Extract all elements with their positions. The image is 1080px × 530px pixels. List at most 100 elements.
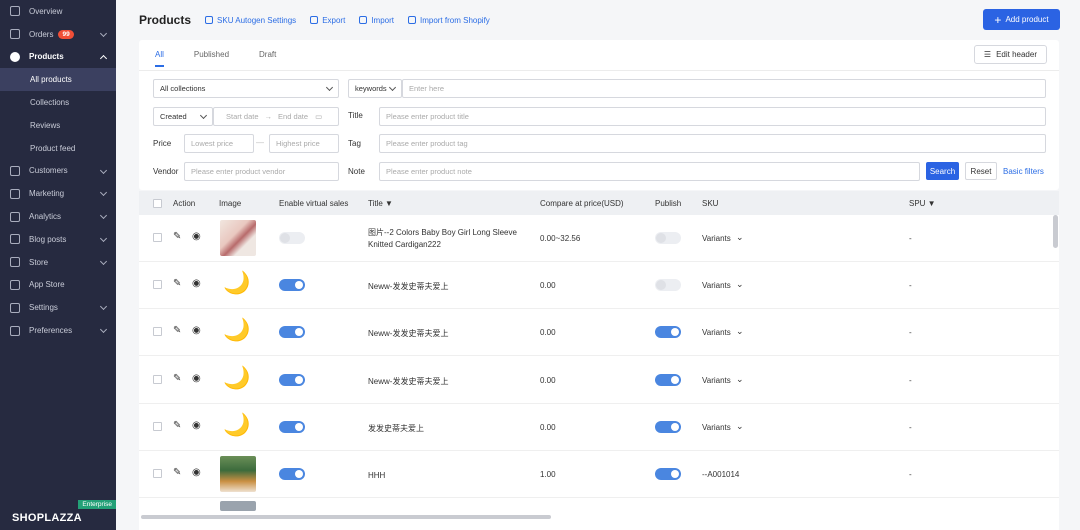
chevron-down-icon[interactable]: ⌄	[736, 326, 744, 337]
virtual-sales-toggle[interactable]	[279, 232, 305, 244]
sku-value[interactable]: Variants	[702, 376, 731, 385]
eye-icon[interactable]: ◉	[192, 420, 201, 431]
virtual-sales-toggle[interactable]	[279, 468, 305, 480]
tab-all[interactable]: All	[155, 40, 164, 70]
publish-toggle[interactable]	[655, 468, 681, 480]
column-spu[interactable]: SPU ▼	[909, 199, 936, 208]
vertical-scrollbar[interactable]	[1053, 215, 1058, 248]
row-checkbox[interactable]	[153, 374, 162, 384]
lowest-price-input[interactable]: Lowest price	[184, 134, 254, 153]
tag-input[interactable]: Please enter product tag	[379, 134, 1046, 153]
keywords-placeholder: Enter here	[409, 84, 445, 93]
sidebar-subitem-reviews[interactable]: Reviews	[0, 114, 116, 137]
chevron-down-icon[interactable]: ⌄	[736, 232, 744, 243]
row-checkbox[interactable]	[153, 421, 162, 431]
sidebar-item-settings[interactable]: Settings	[0, 296, 116, 319]
eye-icon[interactable]: ◉	[192, 373, 201, 384]
export-link[interactable]: Export	[310, 16, 345, 25]
eye-icon[interactable]: ◉	[192, 467, 201, 478]
sidebar-item-analytics[interactable]: Analytics	[0, 205, 116, 228]
sku-autogen-settings-link[interactable]: SKU Autogen Settings	[205, 16, 296, 25]
select-all-checkbox[interactable]	[153, 199, 162, 208]
column-title[interactable]: Title ▼	[368, 199, 393, 208]
chevron-down-icon	[99, 189, 108, 197]
keywords-input[interactable]: Enter here	[402, 79, 1046, 98]
collections-select[interactable]: All collections	[153, 79, 339, 98]
vendor-input[interactable]: Please enter product vendor	[184, 162, 339, 181]
publish-toggle[interactable]	[655, 420, 681, 433]
publish-toggle[interactable]	[655, 232, 681, 244]
product-title[interactable]: Neww-发发史蒂夫爱上	[368, 281, 533, 293]
horizontal-scrollbar[interactable]	[141, 515, 551, 519]
sidebar-subitem-all-products[interactable]: All products	[0, 68, 116, 92]
page-title: Products	[139, 13, 192, 27]
product-thumbnail[interactable]	[220, 456, 256, 492]
sidebar-item-marketing[interactable]: Marketing	[0, 182, 116, 205]
edit-icon[interactable]: ✎	[173, 231, 181, 242]
edit-header-button[interactable]: ☰ Edit header	[973, 45, 1047, 64]
tab-draft[interactable]: Draft	[259, 40, 276, 70]
product-title[interactable]: Neww-发发史蒂夫爱上	[368, 376, 533, 388]
virtual-sales-toggle[interactable]	[279, 326, 305, 339]
edit-icon[interactable]: ✎	[173, 278, 181, 289]
eye-icon[interactable]: ◉	[192, 278, 201, 289]
search-button[interactable]: Search	[926, 162, 959, 180]
row-checkbox[interactable]	[153, 233, 162, 242]
sidebar-item-customers[interactable]: Customers	[0, 160, 116, 183]
product-thumbnail[interactable]	[220, 501, 256, 512]
sidebar-item-orders[interactable]: Orders 99	[0, 23, 116, 46]
add-product-button[interactable]: + Add product	[983, 9, 1060, 30]
virtual-sales-toggle[interactable]	[279, 373, 305, 386]
publish-toggle[interactable]	[655, 373, 681, 386]
product-title[interactable]: 发发史蒂夫爱上	[368, 423, 533, 435]
moon-icon[interactable]: 🌙	[223, 272, 250, 294]
sidebar-item-store[interactable]: Store	[0, 251, 116, 274]
moon-icon[interactable]: 🌙	[223, 366, 250, 389]
edit-icon[interactable]: ✎	[173, 373, 181, 384]
product-title[interactable]: 图片--2 Colors Baby Boy Girl Long Sleeve K…	[368, 227, 533, 251]
sku-value[interactable]: Variants	[702, 423, 731, 432]
chevron-down-icon[interactable]: ⌄	[736, 421, 744, 432]
sidebar-item-overview[interactable]: Overview	[0, 0, 116, 23]
import-from-shopify-link[interactable]: Import from Shopify	[407, 16, 490, 25]
row-checkbox[interactable]	[153, 327, 162, 337]
tab-published[interactable]: Published	[194, 40, 229, 70]
keywords-select[interactable]: keywords	[348, 79, 402, 98]
row-checkbox[interactable]	[153, 469, 162, 478]
eye-icon[interactable]: ◉	[192, 325, 201, 336]
sku-value[interactable]: Variants	[702, 234, 731, 243]
reset-button[interactable]: Reset	[965, 162, 997, 180]
sku-value[interactable]: Variants	[702, 281, 731, 290]
sidebar-item-blog-posts[interactable]: Blog posts	[0, 228, 116, 251]
sidebar-subitem-product-feed[interactable]: Product feed	[0, 137, 116, 160]
product-title[interactable]: Neww-发发史蒂夫爱上	[368, 328, 533, 340]
basic-filters-link[interactable]: Basic filters	[1003, 167, 1044, 176]
sidebar-item-app-store[interactable]: App Store	[0, 274, 116, 297]
sku-value[interactable]: Variants	[702, 328, 731, 337]
edit-icon[interactable]: ✎	[173, 467, 181, 478]
chevron-down-icon[interactable]: ⌄	[736, 279, 744, 290]
highest-price-input[interactable]: Highest price	[269, 134, 339, 153]
chevron-down-icon[interactable]: ⌄	[736, 374, 744, 385]
edit-icon[interactable]: ✎	[173, 325, 181, 336]
product-title[interactable]: HHH	[368, 470, 533, 482]
virtual-sales-toggle[interactable]	[279, 420, 305, 433]
publish-toggle[interactable]	[655, 326, 681, 339]
import-link[interactable]: Import	[359, 16, 394, 25]
note-input[interactable]: Please enter product note	[379, 162, 920, 181]
sidebar-item-products[interactable]: Products	[0, 46, 116, 69]
moon-icon[interactable]: 🌙	[223, 319, 250, 341]
sidebar-subitem-collections[interactable]: Collections	[0, 91, 116, 114]
virtual-sales-toggle[interactable]	[279, 279, 305, 292]
eye-icon[interactable]: ◉	[192, 231, 201, 242]
column-compare-at-price[interactable]: Compare at price(USD)	[540, 199, 624, 208]
edit-icon[interactable]: ✎	[173, 420, 181, 431]
publish-toggle[interactable]	[655, 279, 681, 292]
moon-icon[interactable]: 🌙	[223, 413, 250, 436]
sidebar-item-preferences[interactable]: Preferences	[0, 319, 116, 342]
title-input[interactable]: Please enter product title	[379, 107, 1046, 126]
date-range-picker[interactable]: Start date → End date ▭	[213, 107, 339, 126]
row-checkbox[interactable]	[153, 280, 162, 290]
created-select[interactable]: Created	[153, 107, 213, 126]
product-thumbnail[interactable]	[220, 220, 256, 256]
